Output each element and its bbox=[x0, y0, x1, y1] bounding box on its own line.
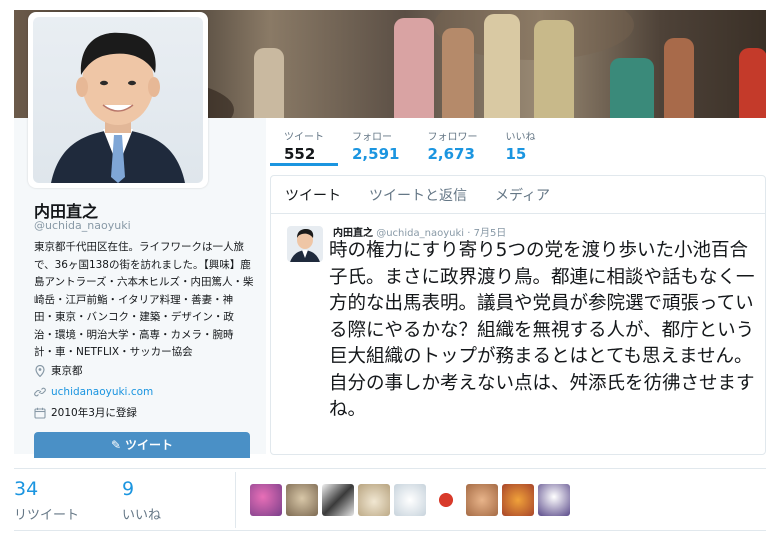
stat-likes[interactable]: いいね 15 bbox=[491, 118, 553, 166]
stat-value: 552 bbox=[284, 145, 316, 163]
stat-label: フォロワー bbox=[427, 132, 478, 143]
liker-avatar[interactable] bbox=[430, 484, 462, 516]
profile-handle[interactable]: @uchida_naoyuki bbox=[34, 219, 131, 232]
stat-followers[interactable]: フォロワー 2,673 bbox=[413, 118, 491, 166]
stat-tweets[interactable]: ツイート 552 bbox=[270, 118, 338, 166]
stat-value: 15 bbox=[505, 145, 527, 163]
stat-label: いいね bbox=[505, 132, 536, 143]
compose-icon: ✎ bbox=[110, 438, 122, 452]
calendar-icon bbox=[34, 407, 46, 419]
tweet-item[interactable]: 内田直之 @uchida_naoyuki · 7月5日 時の権力にすり寄り5つの… bbox=[271, 214, 765, 454]
retweet-count[interactable]: 34 リツイート bbox=[14, 478, 79, 523]
liker-avatar[interactable] bbox=[502, 484, 534, 516]
like-count-value: 9 bbox=[122, 478, 135, 500]
stat-value: 2,673 bbox=[427, 145, 475, 163]
liker-avatar[interactable] bbox=[466, 484, 498, 516]
banner-figure bbox=[254, 48, 284, 118]
liker-avatar[interactable] bbox=[250, 484, 282, 516]
location-pin-icon bbox=[34, 364, 46, 377]
liker-avatars bbox=[250, 484, 570, 516]
profile-url-link[interactable]: uchidanaoyuki.com bbox=[51, 386, 153, 398]
tweet-author-avatar[interactable] bbox=[287, 226, 323, 262]
banner-figure bbox=[739, 48, 766, 118]
banner-figure bbox=[484, 14, 520, 118]
banner-figure bbox=[610, 58, 654, 118]
avatar-photo bbox=[33, 17, 203, 183]
banner-figure bbox=[664, 38, 694, 118]
profile-avatar[interactable] bbox=[28, 12, 208, 188]
profile-location: 東京都 bbox=[51, 365, 83, 377]
tweet-header: 内田直之 @uchida_naoyuki · 7月5日 bbox=[333, 224, 506, 239]
banner-figure bbox=[442, 28, 474, 118]
profile-bio: 東京都千代田区在住。ライフワークは一人旅で、36ヶ国138の街を訪れました。【興… bbox=[34, 241, 254, 358]
profile-joined-row: 2010年3月に登録 bbox=[34, 405, 137, 420]
stat-label: フォロー bbox=[352, 132, 392, 143]
banner-figure bbox=[534, 20, 574, 118]
banner-figure bbox=[394, 18, 434, 118]
like-count-label: いいね bbox=[122, 508, 162, 523]
tab-tweets[interactable]: ツイート bbox=[285, 185, 341, 205]
liker-avatar[interactable] bbox=[322, 484, 354, 516]
tweet-button[interactable]: ✎ ツイート bbox=[34, 432, 250, 458]
tweet-text: 時の権力にすり寄り5つの党を渡り歩いた小池百合子氏。まさに政界渡り鳥。都連に相談… bbox=[329, 240, 755, 420]
stat-label: ツイート bbox=[284, 132, 324, 143]
divider bbox=[14, 530, 766, 531]
stat-following[interactable]: フォロー 2,591 bbox=[338, 118, 413, 166]
tweet-button-label: ツイート bbox=[125, 438, 174, 452]
profile-stats-bar: ツイート 552 フォロー 2,591 フォロワー 2,673 いいね 15 bbox=[270, 118, 553, 166]
profile-joined: 2010年3月に登録 bbox=[51, 407, 137, 419]
tab-media[interactable]: メディア bbox=[495, 185, 550, 205]
link-icon bbox=[34, 386, 46, 398]
stat-value: 2,591 bbox=[352, 145, 400, 163]
like-count[interactable]: 9 いいね bbox=[122, 478, 161, 523]
liker-avatar[interactable] bbox=[286, 484, 318, 516]
profile-location-row: 東京都 bbox=[34, 363, 83, 378]
profile-url-row: uchidanaoyuki.com bbox=[34, 386, 153, 398]
divider bbox=[235, 472, 236, 528]
divider bbox=[14, 468, 766, 469]
timeline-card: ツイート ツイートと返信 メディア 内田直之 @uchida_naoyuki ·… bbox=[270, 175, 766, 455]
timeline-tabs: ツイート ツイートと返信 メディア bbox=[271, 176, 765, 214]
liker-avatar[interactable] bbox=[358, 484, 390, 516]
tab-tweets-and-replies[interactable]: ツイートと返信 bbox=[369, 185, 467, 205]
liker-avatar[interactable] bbox=[538, 484, 570, 516]
liker-avatar[interactable] bbox=[394, 484, 426, 516]
retweet-count-label: リツイート bbox=[14, 508, 80, 523]
retweet-count-value: 34 bbox=[14, 478, 39, 500]
